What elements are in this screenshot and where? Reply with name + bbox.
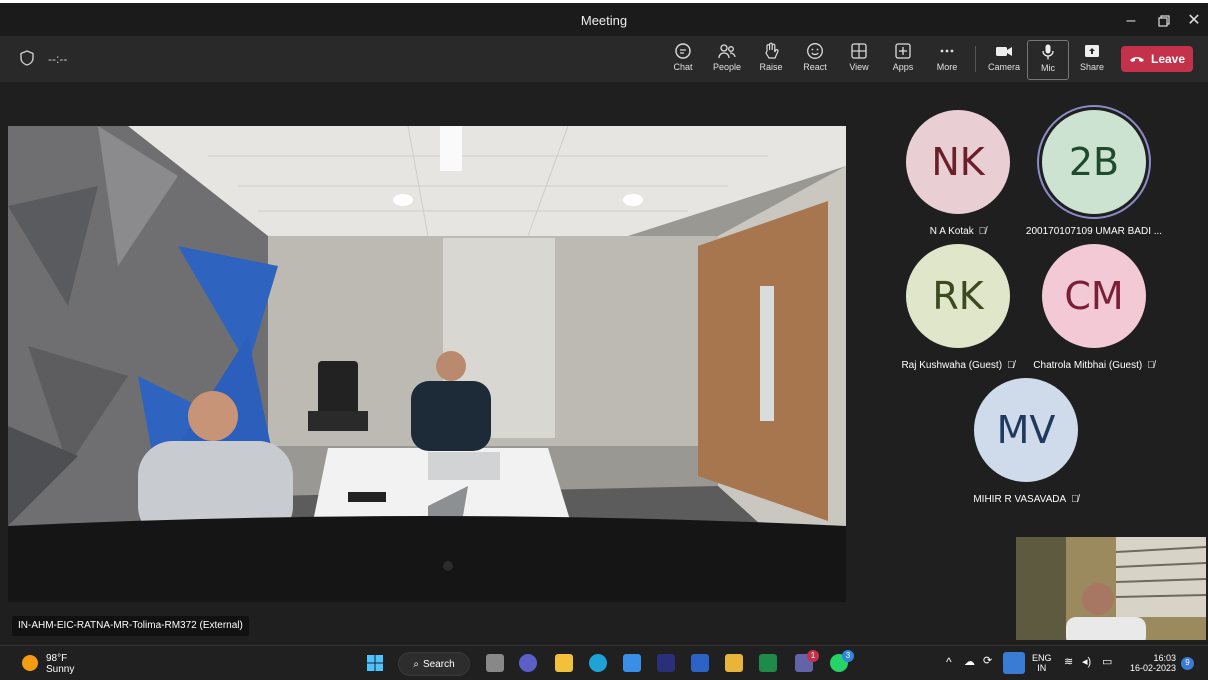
teams-badge: 1 — [807, 650, 819, 662]
cloud-icon[interactable]: ☁ — [964, 657, 975, 668]
weather-desc: Sunny — [46, 664, 75, 675]
file-explorer-icon[interactable] — [555, 654, 573, 672]
shield-icon — [20, 50, 34, 66]
edge-icon[interactable] — [589, 654, 607, 672]
participant-tile[interactable]: MV MIHIR R VASAVADA 🎙̸ — [936, 378, 1116, 505]
region-code: IN — [1037, 663, 1047, 673]
sun-icon — [22, 655, 38, 671]
windows-start-icon[interactable] — [366, 654, 384, 672]
mic-label: Mic — [1041, 63, 1055, 73]
chat-icon — [675, 43, 691, 59]
whatsapp-badge: 3 — [842, 650, 854, 662]
taskbar-search[interactable]: ⌕ Search — [398, 652, 470, 676]
task-view-icon[interactable] — [486, 654, 504, 672]
hand-icon — [765, 42, 779, 59]
clock[interactable]: 16:03 16-02-2023 — [1124, 653, 1176, 673]
camera-label: Camera — [987, 62, 1020, 72]
weather-temp: 98°F — [46, 653, 68, 664]
title-bar: Meeting – ✕ — [0, 0, 1208, 36]
microphone-icon — [1042, 44, 1054, 60]
view-button[interactable]: View — [838, 40, 880, 80]
main-stage: IN-AHM-EIC-RATNA-MR-Tolima-RM372 (Extern… — [0, 82, 848, 638]
avatar: NK — [906, 110, 1010, 214]
mic-muted-icon: 🎙̸ — [978, 226, 987, 237]
people-button[interactable]: People — [706, 40, 748, 80]
clock-time: 16:03 — [1153, 653, 1176, 663]
avatar: RK — [906, 244, 1010, 348]
participant-tile[interactable]: CM Chatrola Mitbhai (Guest) 🎙̸ — [1004, 244, 1184, 371]
hang-up-icon — [1129, 57, 1144, 62]
leave-button[interactable]: Leave — [1121, 46, 1193, 72]
chat-app-icon[interactable] — [519, 654, 537, 672]
clock-date: 16-02-2023 — [1129, 663, 1176, 673]
meeting-timer: --:-- — [48, 52, 68, 66]
excel-icon[interactable] — [759, 654, 777, 672]
window-title: Meeting — [580, 13, 628, 28]
participant-name: Chatrola Mitbhai (Guest) — [1033, 360, 1143, 371]
word-icon[interactable] — [691, 654, 709, 672]
participant-name: MIHIR R VASAVADA — [973, 494, 1067, 505]
webex-icon[interactable] — [657, 654, 675, 672]
folder-icon[interactable] — [725, 654, 743, 672]
self-view-video[interactable] — [1016, 537, 1206, 640]
people-label: People — [712, 62, 742, 72]
weather-widget[interactable]: 98°F Sunny — [46, 653, 74, 675]
participant-name: 200170107109 UMAR BADI ... — [1025, 226, 1163, 237]
more-icon — [940, 49, 954, 53]
chevron-up-icon[interactable]: ^ — [946, 656, 952, 668]
sync-icon[interactable]: ⟳ — [983, 656, 992, 667]
more-button[interactable]: More — [926, 40, 968, 80]
more-label: More — [936, 62, 958, 72]
avatar: CM — [1042, 244, 1146, 348]
view-label: View — [849, 62, 869, 72]
share-button[interactable]: Share — [1071, 40, 1113, 80]
chat-label: Chat — [673, 62, 693, 72]
meeting-toolbar: --:-- Chat People Raise React View Apps … — [0, 36, 1208, 82]
share-label: Share — [1079, 62, 1105, 72]
close-icon[interactable]: ✕ — [1180, 9, 1208, 33]
share-screen-icon — [1085, 45, 1099, 57]
notification-badge[interactable]: 9 — [1181, 657, 1194, 670]
camera-icon — [996, 47, 1012, 56]
participant-tile[interactable]: 2B 200170107109 UMAR BADI ... — [1004, 110, 1184, 237]
room-video — [8, 126, 846, 602]
mic-button[interactable]: Mic — [1027, 40, 1069, 80]
room-video-frame — [8, 126, 846, 602]
mic-muted-icon: 🎙̸ — [1071, 494, 1079, 505]
avatar: MV — [974, 378, 1078, 482]
grid-view-icon — [851, 43, 867, 59]
raise-hand-button[interactable]: Raise — [750, 40, 792, 80]
wifi-icon[interactable]: ≋ — [1064, 657, 1073, 668]
smiley-icon — [807, 43, 823, 59]
search-icon: ⌕ — [413, 658, 419, 670]
react-button[interactable]: React — [794, 40, 836, 80]
participants-panel: NK N A Kotak 🎙̸ 2B 200170107109 UMAR BADI… — [848, 82, 1208, 640]
participant-name: Raj Kushwaha (Guest) — [901, 360, 1003, 371]
language-code: ENG — [1032, 653, 1052, 663]
toolbar-divider — [975, 46, 976, 72]
leave-label: Leave — [1150, 52, 1186, 66]
chat-button[interactable]: Chat — [662, 40, 704, 80]
store-icon[interactable] — [623, 654, 641, 672]
mic-in-use-icon[interactable] — [1003, 652, 1025, 674]
react-label: React — [803, 62, 827, 72]
raise-label: Raise — [759, 62, 783, 72]
battery-icon[interactable]: ▭ — [1102, 657, 1112, 668]
apps-label: Apps — [892, 62, 914, 72]
add-app-icon — [895, 43, 911, 59]
room-name-label: IN-AHM-EIC-RATNA-MR-Tolima-RM372 (Extern… — [12, 616, 249, 636]
mic-muted-icon: 🎙̸ — [1147, 360, 1155, 371]
people-icon — [718, 44, 736, 59]
apps-button[interactable]: Apps — [882, 40, 924, 80]
volume-icon[interactable]: ◂) — [1082, 657, 1091, 668]
windows-taskbar: 98°F Sunny ⌕ Search 1 3 ^ ☁ ⟳ ENG IN ≋ ◂… — [0, 645, 1208, 680]
language-indicator[interactable]: ENG IN — [1032, 653, 1052, 673]
camera-button[interactable]: Camera — [983, 40, 1025, 80]
restore-icon[interactable] — [1150, 9, 1178, 33]
avatar: 2B — [1042, 110, 1146, 214]
minimize-icon[interactable]: – — [1117, 9, 1145, 33]
search-label: Search — [422, 658, 455, 670]
participant-name: N A Kotak — [929, 226, 974, 237]
